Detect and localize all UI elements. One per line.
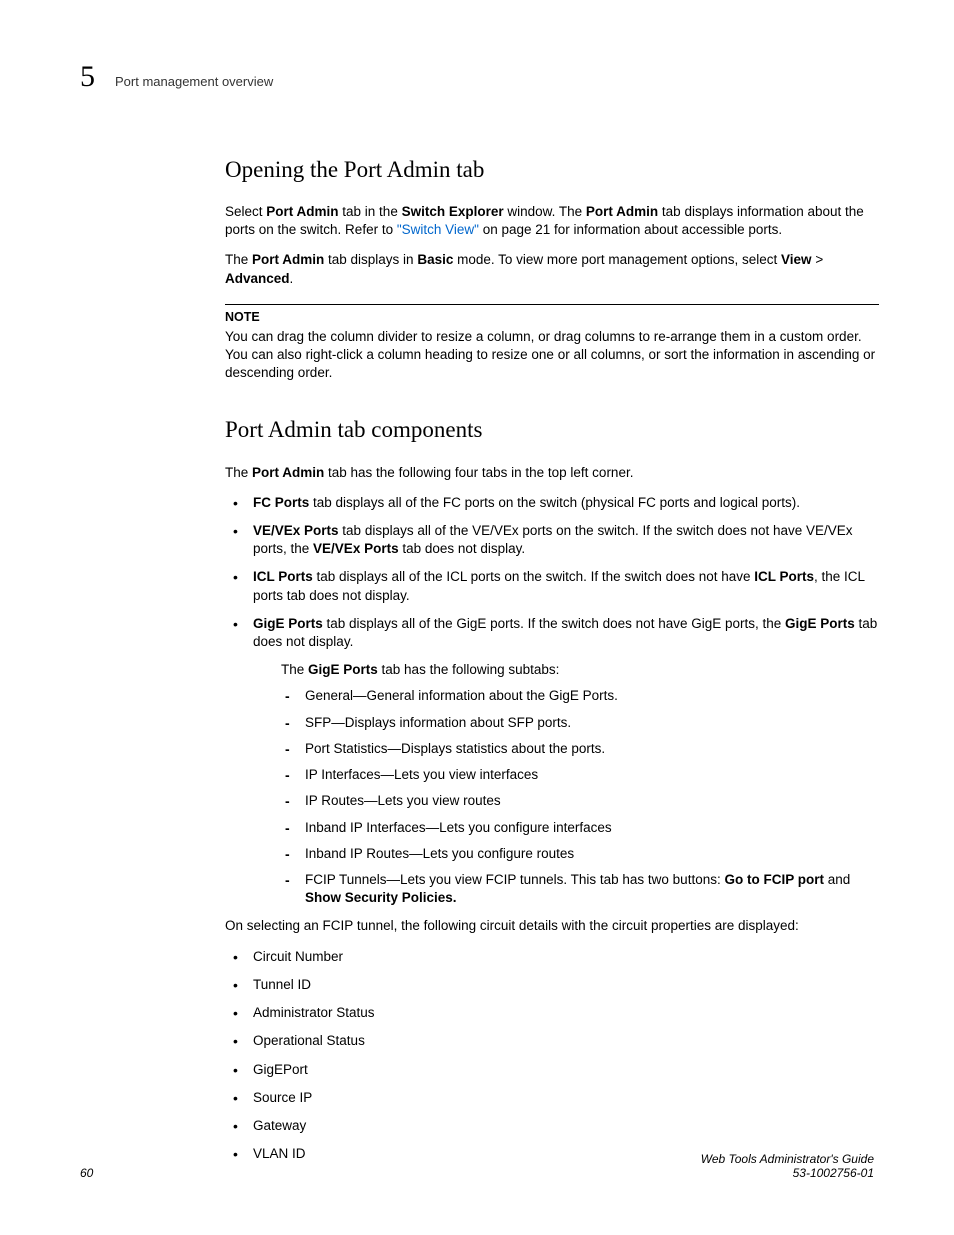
list-item: Source IP bbox=[225, 1089, 879, 1107]
subtabs-list: General—General information about the Gi… bbox=[281, 687, 879, 907]
list-item: Gateway bbox=[225, 1117, 879, 1135]
list-item: General—General information about the Gi… bbox=[281, 687, 879, 705]
note-body: You can drag the column divider to resiz… bbox=[225, 328, 879, 383]
link-switch-view[interactable]: "Switch View" bbox=[397, 222, 479, 237]
list-item: Port Statistics—Displays statistics abou… bbox=[281, 740, 879, 758]
note-rule bbox=[225, 304, 879, 305]
chapter-number: 5 bbox=[80, 60, 95, 94]
list-item: Circuit Number bbox=[225, 948, 879, 966]
list-item: Inband IP Interfaces—Lets you configure … bbox=[281, 819, 879, 837]
header-title: Port management overview bbox=[115, 74, 273, 89]
list-item: IP Routes—Lets you view routes bbox=[281, 792, 879, 810]
note-label: NOTE bbox=[225, 309, 879, 326]
list-item: Administrator Status bbox=[225, 1004, 879, 1022]
subtabs-intro: The GigE Ports tab has the following sub… bbox=[281, 661, 879, 679]
tabs-list: FC Ports tab displays all of the FC port… bbox=[225, 494, 879, 908]
components-intro: The Port Admin tab has the following fou… bbox=[225, 464, 879, 482]
section-heading-opening: Opening the Port Admin tab bbox=[225, 154, 879, 185]
list-item: GigE Ports tab displays all of the GigE … bbox=[225, 615, 879, 908]
section-heading-components: Port Admin tab components bbox=[225, 414, 879, 445]
list-item: FC Ports tab displays all of the FC port… bbox=[225, 494, 879, 512]
list-item: Tunnel ID bbox=[225, 976, 879, 994]
page-footer: 60 Web Tools Administrator's Guide 53-10… bbox=[80, 1152, 874, 1180]
list-item: IP Interfaces—Lets you view interfaces bbox=[281, 766, 879, 784]
para-basic-mode: The Port Admin tab displays in Basic mod… bbox=[225, 251, 879, 287]
footer-docnum: 53-1002756-01 bbox=[701, 1166, 874, 1180]
list-item: Inband IP Routes—Lets you configure rout… bbox=[281, 845, 879, 863]
main-content: Opening the Port Admin tab Select Port A… bbox=[225, 154, 879, 1163]
para-select-port-admin: Select Port Admin tab in the Switch Expl… bbox=[225, 203, 879, 239]
list-item: FCIP Tunnels—Lets you view FCIP tunnels.… bbox=[281, 871, 879, 907]
page-header: 5 Port management overview bbox=[80, 60, 879, 94]
list-item: VE/VEx Ports tab displays all of the VE/… bbox=[225, 522, 879, 558]
circuit-list: Circuit Number Tunnel ID Administrator S… bbox=[225, 948, 879, 1164]
footer-right: Web Tools Administrator's Guide 53-10027… bbox=[701, 1152, 874, 1180]
list-item: Operational Status bbox=[225, 1032, 879, 1050]
page-number: 60 bbox=[80, 1166, 93, 1180]
footer-title: Web Tools Administrator's Guide bbox=[701, 1152, 874, 1166]
list-item: ICL Ports tab displays all of the ICL po… bbox=[225, 568, 879, 604]
circuit-intro: On selecting an FCIP tunnel, the followi… bbox=[225, 917, 879, 935]
list-item: GigEPort bbox=[225, 1061, 879, 1079]
list-item: SFP—Displays information about SFP ports… bbox=[281, 714, 879, 732]
